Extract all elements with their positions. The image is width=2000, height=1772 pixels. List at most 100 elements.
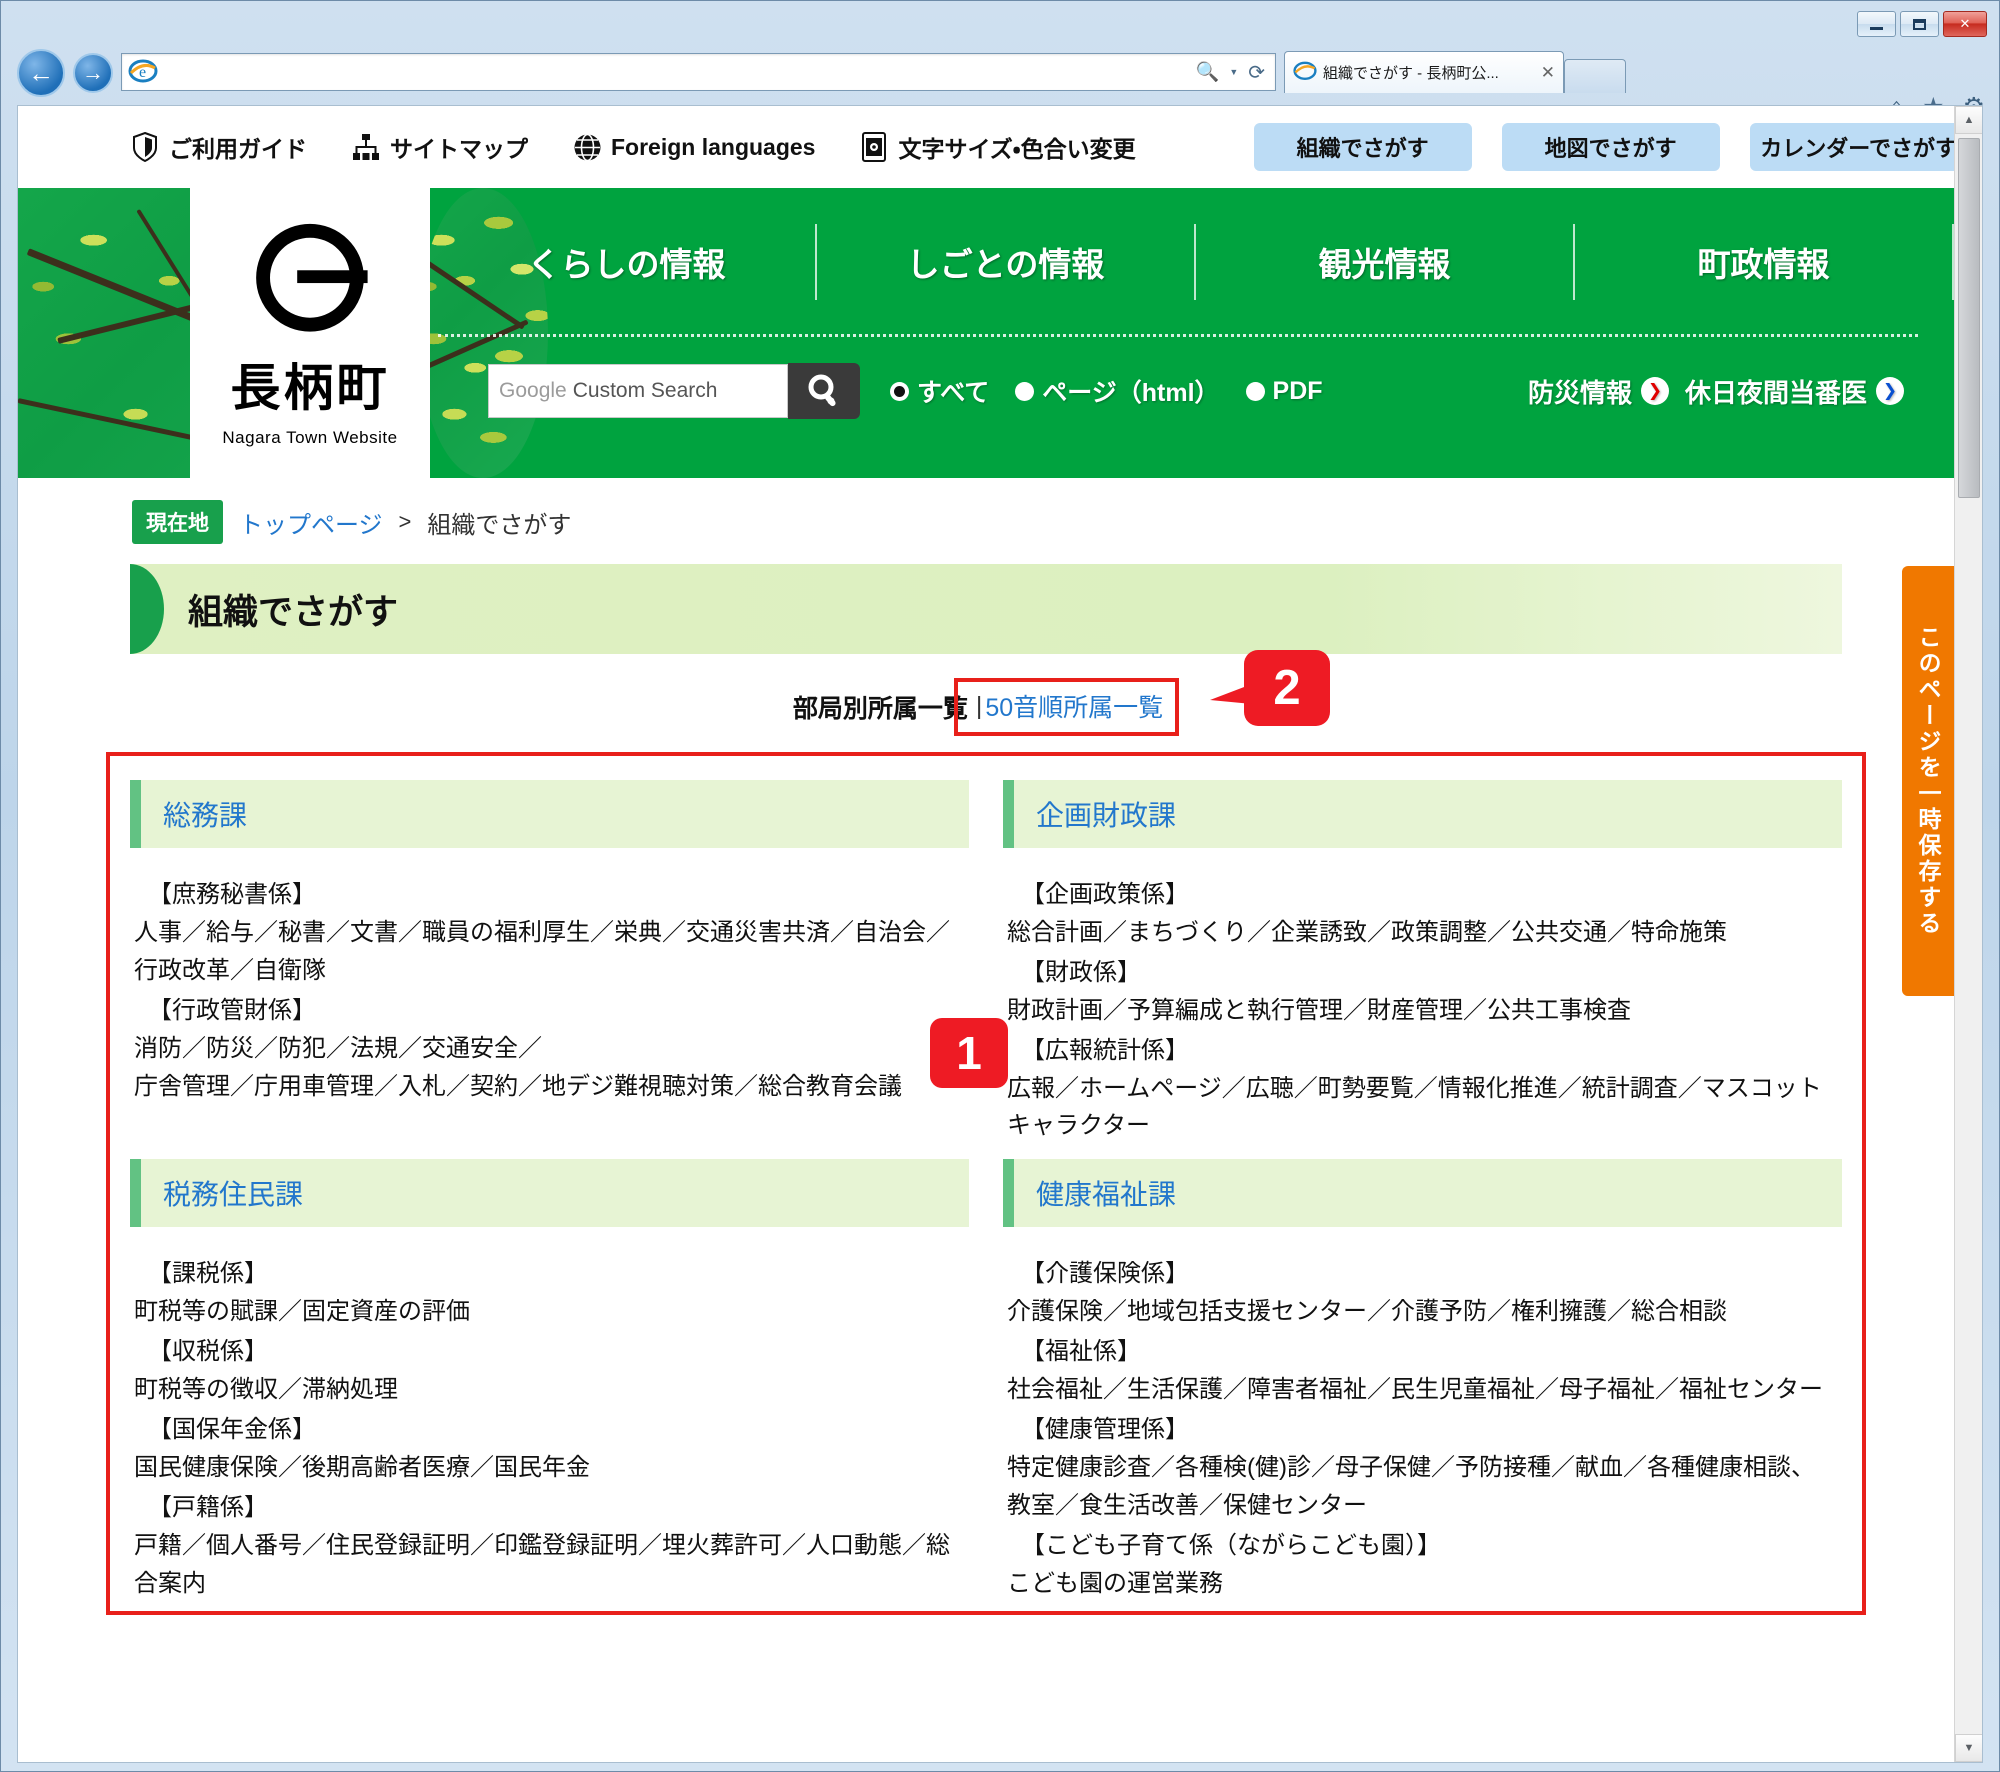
department-card: 税務住民課 【課税係】 町税等の賦課／固定資産の評価 【収税係】 町税等の徴収／… bbox=[130, 1153, 969, 1610]
back-button[interactable]: ← bbox=[17, 49, 65, 97]
department-name-link[interactable]: 税務住民課 bbox=[163, 1173, 303, 1213]
department-name-link[interactable]: 総務課 bbox=[163, 794, 247, 834]
tab-favicon-icon bbox=[1293, 58, 1317, 87]
utility-buttons: 組織でさがす 地図でさがす カレンダーでさがす bbox=[1253, 123, 1954, 171]
search-by-map-button[interactable]: 地図でさがす bbox=[1501, 123, 1720, 171]
department-grid: 総務課 【庶務秘書係】 人事／給与／秘書／文書／職員の福利厚生／栄典／交通災害共… bbox=[130, 774, 1842, 1611]
maximize-button[interactable] bbox=[1900, 11, 1939, 37]
emergency-links: 防災情報 ❯ 休日夜間当番医 ❯ bbox=[1528, 373, 1924, 410]
tab-strip: 組織でさがす - 長柄町公... ✕ bbox=[1284, 51, 1626, 93]
section-title: 【健康管理係】 bbox=[1021, 1415, 1189, 1443]
search-placeholder: Google Custom Search bbox=[499, 379, 717, 403]
section-items: 社会福祉／生活保護／障害者福祉／民生児童福祉／母子福祉／福祉センター bbox=[1007, 1376, 1823, 1404]
utility-link-foreign-languages[interactable]: Foreign languages bbox=[572, 132, 815, 162]
web-page: ご利用ガイド サイトマップ Foreign languages 文字サイズ・色合… bbox=[18, 106, 1954, 1762]
close-window-button[interactable]: ✕ bbox=[1943, 11, 1987, 37]
department-header[interactable]: 総務課 bbox=[130, 780, 969, 848]
tab-link-by-department[interactable]: 部局別所属一覧 bbox=[793, 689, 968, 725]
radio-dot-icon bbox=[1015, 381, 1035, 401]
gnav-item-administration[interactable]: 町政情報 bbox=[1575, 224, 1954, 300]
department-header[interactable]: 税務住民課 bbox=[130, 1159, 969, 1228]
site-logo[interactable]: 長柄町 Nagara Town Website bbox=[190, 188, 430, 478]
department-name-link[interactable]: 健康福祉課 bbox=[1036, 1173, 1176, 1213]
tab-link-separator: | bbox=[975, 691, 983, 720]
scrollbar-thumb[interactable] bbox=[1958, 138, 1980, 498]
utility-link-display-settings[interactable]: 文字サイズ・色合い変更 bbox=[859, 130, 1136, 164]
radio-pdf[interactable]: PDF bbox=[1245, 377, 1323, 406]
section-title: 【介護保険係】 bbox=[1021, 1260, 1189, 1288]
department-header[interactable]: 企画財政課 bbox=[1003, 780, 1842, 848]
address-bar[interactable]: e 🔍 ▼ ⟳ bbox=[121, 53, 1276, 91]
utility-link-sitemap[interactable]: サイトマップ bbox=[351, 130, 528, 164]
tab-title: 組織でさがす - 長柄町公... bbox=[1323, 65, 1499, 82]
site-banner: 長柄町 Nagara Town Website くらしの情報 しごとの情報 観光… bbox=[18, 188, 1954, 478]
display-settings-icon bbox=[859, 132, 889, 162]
browser-tab[interactable]: 組織でさがす - 長柄町公... ✕ bbox=[1284, 51, 1564, 93]
section-title: 【戸籍係】 bbox=[148, 1493, 268, 1521]
radio-dot-icon bbox=[1245, 381, 1265, 401]
browser-navigation-bar: ← → e 🔍 ▼ ⟳ 組織でさがす - 長柄町公... ✕ bbox=[1, 43, 1999, 120]
forward-button[interactable]: → bbox=[73, 53, 113, 93]
globe-icon bbox=[572, 132, 602, 162]
title-bar: ✕ bbox=[1, 1, 1999, 43]
breadcrumb-home-link[interactable]: トップページ bbox=[239, 505, 383, 540]
section-title: 【財政係】 bbox=[1021, 958, 1141, 986]
utility-link-label: サイトマップ bbox=[390, 136, 528, 162]
page-title-banner: 組織でさがす bbox=[130, 564, 1842, 654]
minimize-button[interactable] bbox=[1857, 11, 1896, 37]
annotation-badge-1: 1 bbox=[930, 1018, 1008, 1088]
chevron-down-icon[interactable]: ▼ bbox=[1229, 67, 1238, 77]
internet-explorer-icon: e bbox=[128, 55, 158, 90]
breadcrumb-badge: 現在地 bbox=[132, 500, 223, 544]
section-title: 【庶務秘書係】 bbox=[148, 881, 316, 908]
department-header[interactable]: 健康福祉課 bbox=[1003, 1159, 1842, 1228]
refresh-icon[interactable]: ⟳ bbox=[1248, 60, 1265, 85]
section-title: 【収税係】 bbox=[148, 1338, 268, 1366]
breadcrumb-separator: > bbox=[398, 509, 412, 534]
page-title: 組織でさがす bbox=[188, 592, 399, 632]
utility-link-guide[interactable]: ご利用ガイド bbox=[130, 130, 307, 164]
utility-header: ご利用ガイド サイトマップ Foreign languages 文字サイズ・色合… bbox=[18, 106, 1954, 188]
search-input[interactable]: Google Custom Search bbox=[488, 364, 788, 418]
gnav-item-work[interactable]: しごとの情報 bbox=[817, 224, 1196, 300]
scroll-up-arrow-icon[interactable]: ▲ bbox=[1955, 106, 1982, 134]
search-placeholder-brand: Google bbox=[499, 379, 567, 402]
search-by-organization-button[interactable]: 組織でさがす bbox=[1253, 123, 1472, 171]
vertical-scrollbar[interactable]: ▲ ▼ bbox=[1954, 106, 1982, 1762]
search-by-calendar-button[interactable]: カレンダーでさがす bbox=[1749, 123, 1954, 171]
holiday-night-doctor-label: 休日夜間当番医 bbox=[1684, 377, 1867, 408]
chevron-right-circle-icon: ❯ bbox=[1876, 377, 1904, 405]
tab-link-by-kana-order[interactable]: 50音順所属一覧 bbox=[985, 688, 1163, 724]
search-submit-button[interactable] bbox=[788, 363, 860, 419]
search-icon[interactable]: 🔍 bbox=[1196, 60, 1220, 84]
section-title: 【行政管財係】 bbox=[148, 996, 316, 1024]
utility-link-label: Foreign languages bbox=[611, 133, 816, 160]
radio-html[interactable]: ページ（html） bbox=[1015, 373, 1220, 409]
radio-dot-icon bbox=[890, 381, 909, 401]
department-name-link[interactable]: 企画財政課 bbox=[1036, 794, 1176, 834]
page-title-wrap: 組織でさがす bbox=[130, 564, 1842, 654]
search-scope-radios: すべて ページ（html） PDF bbox=[890, 373, 1323, 409]
section-items: 介護保険／地域包括支援センター／介護予防／権利擁護／総合相談 bbox=[1007, 1298, 1727, 1326]
department-card: 企画財政課 【企画政策係】 総合計画／まちづくり／企業誘致／政策調整／公共交通／… bbox=[1003, 774, 1842, 1153]
address-bar-icons: 🔍 ▼ ⟳ bbox=[1196, 60, 1275, 85]
gnav-item-tourism[interactable]: 観光情報 bbox=[1196, 224, 1575, 300]
holiday-night-doctor-link[interactable]: 休日夜間当番医 ❯ bbox=[1685, 373, 1904, 410]
search-placeholder-text: Custom Search bbox=[572, 379, 718, 402]
window-controls: ✕ bbox=[1857, 11, 1987, 37]
section-title: 【企画政策係】 bbox=[1021, 881, 1189, 908]
radio-all[interactable]: すべて bbox=[890, 373, 989, 409]
tab-close-icon[interactable]: ✕ bbox=[1541, 63, 1555, 83]
shield-guide-icon bbox=[130, 132, 160, 162]
department-body: 【介護保険係】 介護保険／地域包括支援センター／介護予防／権利擁護／総合相談 【… bbox=[1003, 1227, 1842, 1602]
section-items: 人事／給与／秘書／文書／職員の福利厚生／栄典／交通災害共済／自治会／行政改革／自… bbox=[134, 918, 950, 984]
radio-label: すべて bbox=[917, 379, 990, 407]
scroll-down-arrow-icon[interactable]: ▼ bbox=[1955, 1734, 1982, 1762]
gnav-item-living[interactable]: くらしの情報 bbox=[438, 224, 817, 300]
new-tab-button[interactable] bbox=[1564, 59, 1626, 93]
address-input[interactable] bbox=[158, 57, 1196, 87]
disaster-info-link[interactable]: 防災情報 ❯ bbox=[1528, 373, 1669, 410]
highlight-box-1: 1 総務課 【庶務秘書係】 人事／給与／秘書／文書／職員の福利厚生／栄典／交通災… bbox=[106, 752, 1866, 1615]
save-page-tab[interactable]: このページを一時保存する bbox=[1902, 566, 1954, 996]
site-logo-subtitle: Nagara Town Website bbox=[222, 428, 398, 447]
